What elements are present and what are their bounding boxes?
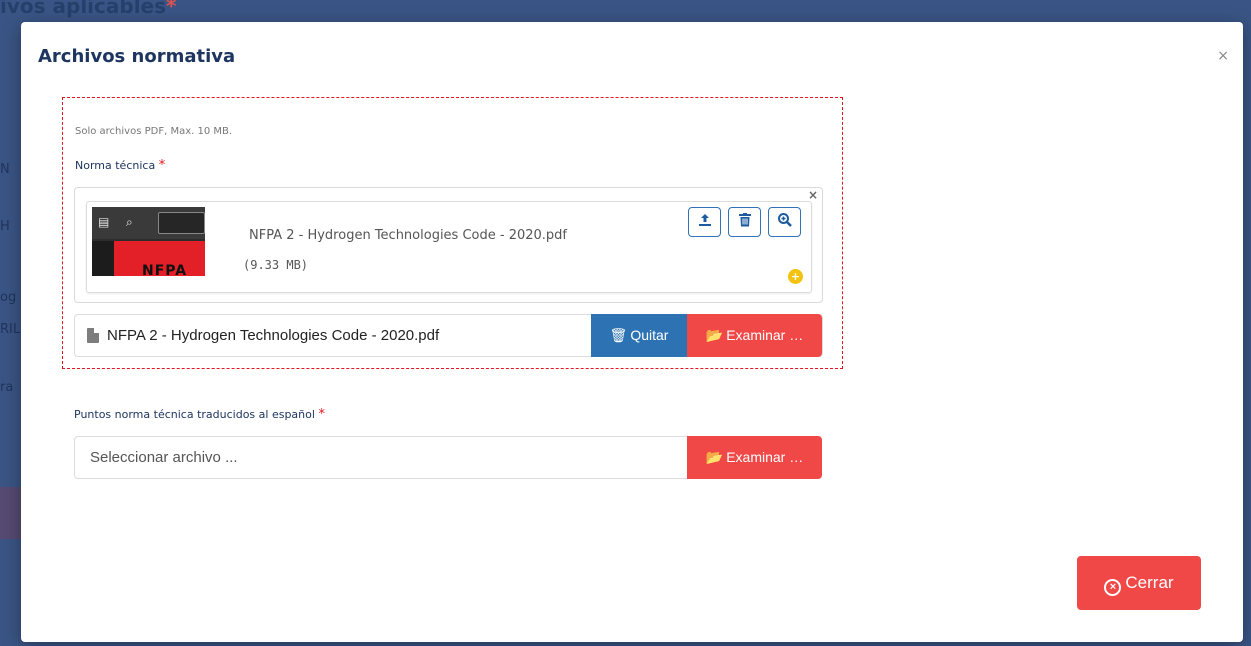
zoom-preview-button[interactable]: [768, 207, 801, 237]
close-circle-icon: ×: [1104, 579, 1122, 596]
preview-close-icon[interactable]: ×: [808, 188, 818, 202]
required-mark: *: [158, 158, 166, 173]
norma-tecnica-upload-group: Solo archivos PDF, Max. 10 MB. Norma téc…: [62, 97, 843, 369]
background-section-title: ivos aplicables*: [0, 0, 177, 18]
background-band: [0, 487, 22, 539]
file-preview-card: ▤ ⌕ NFPA NFPA 2 - Hydrogen Technologies …: [86, 201, 812, 293]
selected-file-name: NFPA 2 - Hydrogen Technologies Code - 20…: [107, 327, 440, 344]
pdf-thumbnail: ▤ ⌕ NFPA: [92, 207, 205, 276]
upload-button[interactable]: [688, 207, 721, 237]
file-hint: Solo archivos PDF, Max. 10 MB.: [75, 126, 233, 137]
search-icon: ⌕: [126, 215, 133, 229]
norma-tecnica-label: Norma técnica *: [75, 158, 166, 173]
norma-tecnica-file-input[interactable]: NFPA 2 - Hydrogen Technologies Code - 20…: [74, 314, 823, 357]
archivos-normativa-modal: Archivos normativa × Solo archivos PDF, …: [21, 22, 1243, 642]
delete-file-button[interactable]: [728, 207, 761, 237]
browse-button[interactable]: 📂 Examinar …: [687, 436, 822, 479]
folder-open-icon: 📂: [705, 449, 724, 465]
file-input-placeholder: Seleccionar archivo ...: [90, 449, 238, 466]
remove-file-button[interactable]: 🗑 Quitar: [591, 314, 687, 357]
trash-icon: [738, 213, 751, 227]
background-fragment: RIL: [0, 322, 21, 337]
modal-close-icon[interactable]: ×: [1217, 48, 1229, 64]
file-preview-panel: × ▤ ⌕ NFPA NFPA 2 - Hydrogen Technologie…: [74, 187, 823, 303]
background-fragment: N: [0, 162, 10, 177]
required-mark: *: [318, 407, 325, 422]
preview-file-name: NFPA 2 - Hydrogen Technologies Code - 20…: [249, 228, 567, 243]
close-modal-button[interactable]: × Cerrar: [1077, 556, 1201, 610]
puntos-traducidos-file-input[interactable]: Seleccionar archivo ... 📂 Examinar …: [74, 436, 822, 479]
add-more-icon[interactable]: +: [788, 269, 803, 284]
puntos-traducidos-label: Puntos norma técnica traducidos al españ…: [74, 407, 325, 422]
zoom-in-icon: [777, 213, 792, 227]
background-fragment: H: [0, 219, 10, 234]
modal-title: Archivos normativa: [38, 46, 236, 67]
upload-icon: [698, 214, 711, 226]
folder-open-icon: 📂: [705, 327, 724, 343]
background-fragment: og: [0, 290, 17, 305]
browse-button[interactable]: 📂 Examinar …: [687, 314, 822, 357]
trash-icon: 🗑: [609, 327, 628, 343]
sidebar-toggle-icon: ▤: [98, 215, 110, 229]
file-icon: [87, 328, 99, 343]
background-fragment: ra: [0, 380, 14, 395]
thumbnail-text: NFPA: [142, 263, 188, 276]
preview-file-size: (9.33 MB): [243, 258, 309, 272]
